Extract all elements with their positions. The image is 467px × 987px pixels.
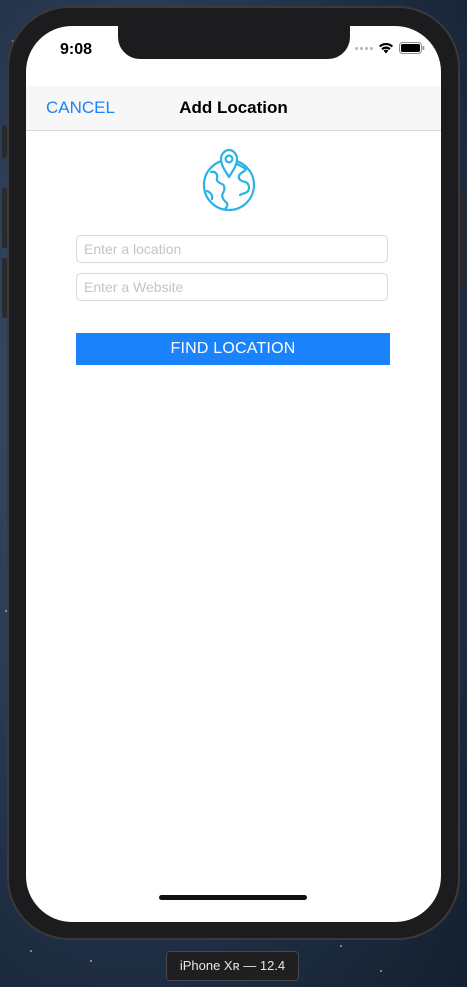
device-screen: 9:08 CANCEL Add Location Enter a locatio… <box>26 26 441 922</box>
notch <box>118 26 350 59</box>
simulator-device-label: iPhone Xʀ — 12.4 <box>166 951 299 981</box>
star <box>380 970 382 972</box>
status-time: 9:08 <box>60 41 93 58</box>
status-icons <box>355 42 425 54</box>
star <box>340 945 342 947</box>
cancel-button[interactable]: CANCEL <box>46 98 115 118</box>
home-indicator[interactable] <box>159 895 307 900</box>
location-input[interactable] <box>76 235 388 263</box>
power-button[interactable] <box>460 188 465 288</box>
signal-dots-icon <box>355 46 373 50</box>
battery-icon <box>399 42 425 54</box>
globe-pin-icon <box>202 148 256 212</box>
device-frame: 9:08 CANCEL Add Location Enter a locatio… <box>7 6 460 940</box>
wifi-icon <box>379 42 393 54</box>
star <box>30 950 32 952</box>
star <box>90 960 92 962</box>
navigation-bar: CANCEL Add Location <box>26 86 441 131</box>
find-location-button[interactable]: FIND LOCATION <box>76 333 390 365</box>
website-input[interactable] <box>76 273 388 301</box>
